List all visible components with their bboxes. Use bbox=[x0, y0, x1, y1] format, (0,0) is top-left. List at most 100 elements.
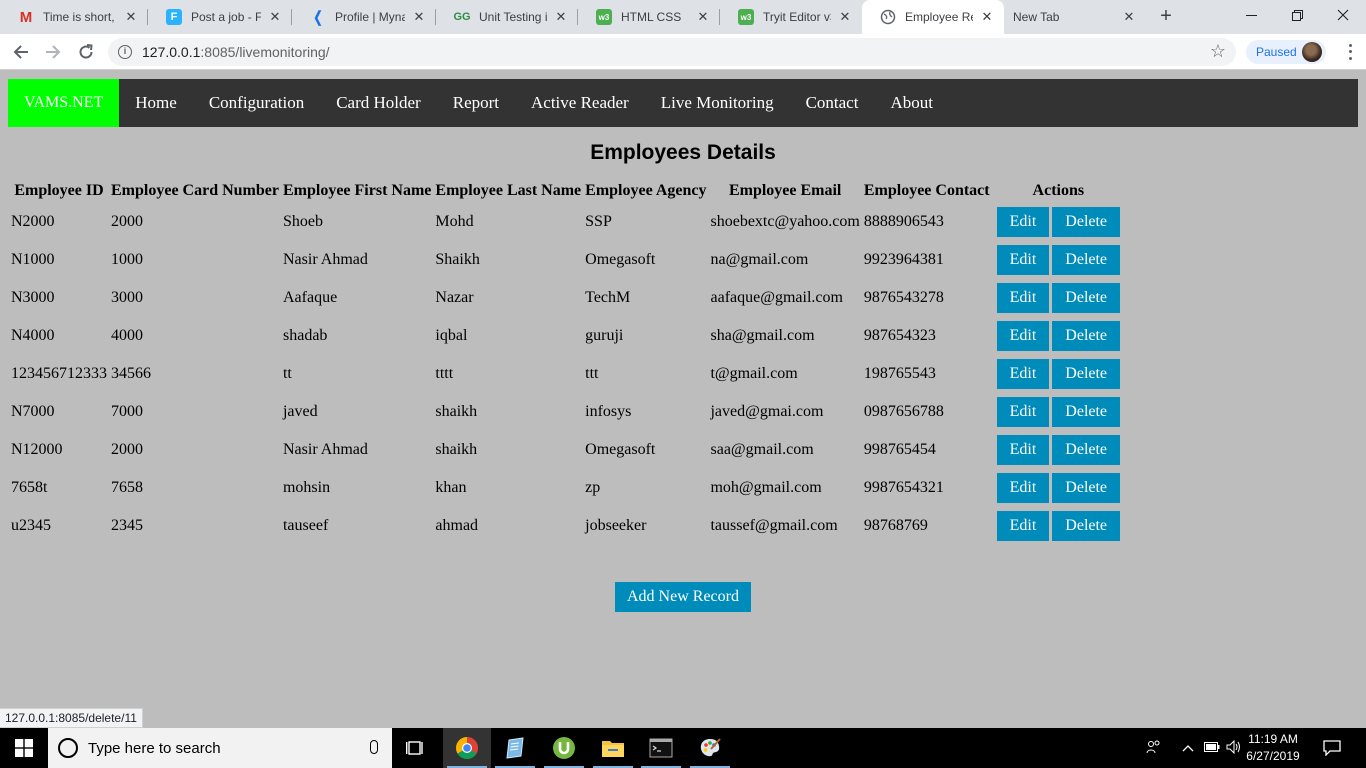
profile-button[interactable]: Paused bbox=[1246, 40, 1326, 64]
edit-button[interactable]: Edit bbox=[996, 511, 1050, 541]
delete-button[interactable]: Delete bbox=[1052, 207, 1121, 237]
action-center-button[interactable] bbox=[1312, 728, 1352, 768]
table-row: N2000 2000 Shoeb Mohd SSP shoebextc@yahoo.com… bbox=[10, 204, 1124, 240]
close-tab-icon[interactable]: ✕ bbox=[267, 9, 283, 25]
delete-button[interactable]: Delete bbox=[1052, 397, 1121, 427]
brand-link[interactable]: VAMS.NET bbox=[8, 79, 120, 127]
delete-button[interactable]: Delete bbox=[1052, 473, 1121, 503]
cell-actions: Edit Delete bbox=[993, 394, 1124, 430]
page-title: Employees Details bbox=[590, 141, 776, 164]
address-bar[interactable]: i 127.0.0.1:8085/livemonitoring/ ☆ bbox=[108, 38, 1236, 66]
tab-html-css[interactable]: w3 HTML CSS ✕ bbox=[578, 0, 720, 34]
edit-button[interactable]: Edit bbox=[996, 359, 1050, 389]
cell-agency: ttt bbox=[585, 365, 599, 382]
edit-button[interactable]: Edit bbox=[996, 435, 1050, 465]
new-tab-button[interactable]: + bbox=[1155, 5, 1177, 27]
forward-arrow-icon bbox=[46, 45, 61, 59]
taskbar-clock[interactable]: 11:19 AM 6/27/2019 bbox=[1240, 731, 1306, 765]
paint-taskbar-button[interactable] bbox=[686, 728, 734, 768]
cell-contact: 0987656788 bbox=[863, 403, 944, 420]
reload-button[interactable] bbox=[74, 40, 98, 64]
tab-mynaukri[interactable]: ❬ Profile | Mynau ✕ bbox=[292, 0, 436, 34]
nav-contact[interactable]: Contact bbox=[790, 79, 875, 127]
browser-toolbar: i 127.0.0.1:8085/livemonitoring/ ☆ Pause… bbox=[0, 34, 1366, 70]
delete-button[interactable]: Delete bbox=[1052, 435, 1121, 465]
delete-button[interactable]: Delete bbox=[1052, 283, 1121, 313]
nav-live-monitoring[interactable]: Live Monitoring bbox=[645, 79, 790, 127]
tab-geeksforgeeks[interactable]: GG Unit Testing in ✕ bbox=[436, 0, 578, 34]
tab-tryit-editor[interactable]: w3 Tryit Editor v3.6 ✕ bbox=[720, 0, 862, 34]
avatar bbox=[1302, 42, 1322, 62]
restore-icon bbox=[1291, 9, 1303, 21]
cell-agency: infosys bbox=[585, 403, 632, 420]
show-hidden-icons[interactable] bbox=[1182, 741, 1194, 755]
notepad-taskbar-button[interactable] bbox=[491, 728, 539, 768]
start-button[interactable] bbox=[0, 728, 48, 768]
nav-active-reader[interactable]: Active Reader bbox=[515, 79, 645, 127]
tab-title: Profile | Mynau bbox=[335, 10, 405, 24]
site-info-icon[interactable]: i bbox=[118, 45, 132, 59]
forward-button[interactable] bbox=[41, 40, 65, 64]
tab-employee-records[interactable]: Employee Reco ✕ bbox=[862, 0, 1004, 34]
edit-button[interactable]: Edit bbox=[996, 245, 1050, 275]
task-view-button[interactable] bbox=[392, 728, 440, 768]
delete-button[interactable]: Delete bbox=[1052, 321, 1121, 351]
command-prompt-taskbar-button[interactable] bbox=[637, 728, 685, 768]
edit-button[interactable]: Edit bbox=[996, 283, 1050, 313]
notification-icon bbox=[1323, 740, 1341, 756]
freelancer-icon: F bbox=[166, 9, 182, 25]
system-tray bbox=[1144, 728, 1242, 768]
tab-new-tab[interactable]: New Tab ✕ bbox=[1004, 0, 1146, 34]
w3schools-icon: w3 bbox=[738, 9, 754, 25]
close-tab-icon[interactable]: ✕ bbox=[123, 9, 139, 25]
nav-home[interactable]: Home bbox=[119, 79, 193, 127]
delete-button[interactable]: Delete bbox=[1052, 359, 1121, 389]
site-navbar: VAMS.NET Home Configuration Card Holder … bbox=[8, 79, 1358, 127]
nav-configuration[interactable]: Configuration bbox=[193, 79, 320, 127]
edit-button[interactable]: Edit bbox=[996, 207, 1050, 237]
edit-button[interactable]: Edit bbox=[996, 321, 1050, 351]
restore-button[interactable] bbox=[1274, 0, 1320, 30]
delete-button[interactable]: Delete bbox=[1052, 511, 1121, 541]
microphone-icon[interactable] bbox=[370, 740, 378, 754]
cell-last-name: Nazar bbox=[435, 289, 474, 306]
file-explorer-taskbar-button[interactable] bbox=[589, 728, 637, 768]
tab-freelancer[interactable]: F Post a job - Fre ✕ bbox=[148, 0, 292, 34]
delete-button[interactable]: Delete bbox=[1052, 245, 1121, 275]
cell-card-number: 7000 bbox=[111, 403, 143, 420]
add-new-record-button[interactable]: Add New Record bbox=[615, 582, 751, 612]
utorrent-taskbar-button[interactable] bbox=[540, 728, 588, 768]
taskbar-search[interactable]: Type here to search bbox=[48, 728, 392, 768]
utorrent-icon bbox=[553, 737, 575, 759]
cell-actions: Edit Delete bbox=[993, 508, 1124, 544]
tab-gmail[interactable]: M Time is short, s ✕ bbox=[0, 0, 148, 34]
cell-first-name: tauseef bbox=[282, 517, 329, 534]
people-icon[interactable] bbox=[1144, 740, 1164, 757]
close-tab-icon[interactable]: ✕ bbox=[979, 9, 995, 25]
edit-button[interactable]: Edit bbox=[996, 473, 1050, 503]
close-tab-icon[interactable]: ✕ bbox=[1121, 9, 1137, 25]
back-button[interactable] bbox=[9, 40, 33, 64]
battery-icon[interactable] bbox=[1204, 741, 1220, 755]
browser-menu-icon[interactable] bbox=[1342, 42, 1358, 62]
edit-button[interactable]: Edit bbox=[996, 397, 1050, 427]
nav-report[interactable]: Report bbox=[437, 79, 515, 127]
bookmark-star-icon[interactable]: ☆ bbox=[1210, 41, 1226, 62]
close-tab-icon[interactable]: ✕ bbox=[695, 9, 711, 25]
close-tab-icon[interactable]: ✕ bbox=[837, 9, 853, 25]
battery-glyph bbox=[1204, 742, 1220, 752]
close-tab-icon[interactable]: ✕ bbox=[553, 9, 569, 25]
command-prompt-icon bbox=[649, 738, 673, 758]
minimize-button[interactable] bbox=[1228, 0, 1274, 30]
clock-date: 6/27/2019 bbox=[1246, 749, 1300, 763]
chrome-taskbar-button[interactable] bbox=[443, 728, 491, 768]
url-path: :8085/livemonitoring/ bbox=[200, 44, 330, 60]
cell-first-name: mohsin bbox=[282, 479, 331, 496]
mynaukri-icon: ❬ bbox=[311, 9, 325, 26]
tab-title: Tryit Editor v3.6 bbox=[763, 10, 831, 24]
nav-about[interactable]: About bbox=[874, 79, 949, 127]
table-row: N12000 2000 Nasir Ahmad shaikh Omegasoft saa@… bbox=[10, 432, 1124, 468]
nav-card-holder[interactable]: Card Holder bbox=[320, 79, 437, 127]
close-window-button[interactable] bbox=[1320, 0, 1366, 30]
close-tab-icon[interactable]: ✕ bbox=[411, 9, 427, 25]
